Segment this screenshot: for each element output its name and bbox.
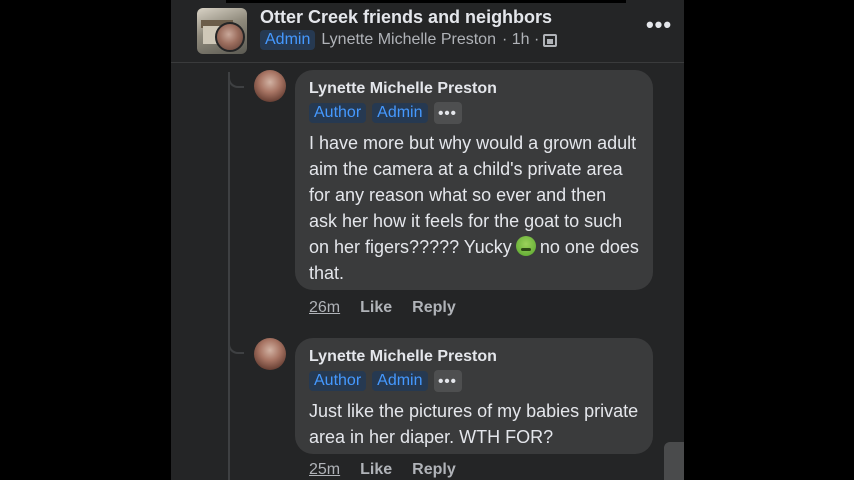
commenter-avatar[interactable] bbox=[254, 338, 286, 370]
comment-badges: Author Admin ••• bbox=[309, 370, 639, 392]
comment-text: Just like the pictures of my babies priv… bbox=[309, 401, 639, 447]
poster-avatar[interactable] bbox=[215, 22, 245, 52]
group-name[interactable]: Otter Creek friends and neighbors bbox=[260, 7, 552, 28]
reply-button[interactable]: Reply bbox=[412, 461, 456, 479]
admin-badge: Admin bbox=[372, 103, 428, 123]
post-meta: Admin Lynette Michelle Preston · 1h · bbox=[260, 30, 558, 50]
admin-badge: Admin bbox=[260, 30, 316, 50]
comment-time[interactable]: 26m bbox=[309, 299, 340, 317]
author-badge: Author bbox=[309, 103, 367, 123]
group-avatar[interactable] bbox=[197, 8, 247, 54]
reply-connector bbox=[228, 338, 244, 354]
more-options-icon[interactable]: ••• bbox=[646, 12, 672, 38]
like-button[interactable]: Like bbox=[360, 299, 392, 317]
commenter-avatar[interactable] bbox=[254, 70, 286, 102]
comment-author[interactable]: Lynette Michelle Preston bbox=[309, 80, 639, 98]
comment-more-icon[interactable]: ••• bbox=[433, 370, 462, 392]
comment-author[interactable]: Lynette Michelle Preston bbox=[309, 348, 639, 366]
admin-badge: Admin bbox=[372, 371, 428, 391]
thread-line bbox=[228, 72, 230, 480]
author-badge: Author bbox=[309, 371, 367, 391]
comment-time[interactable]: 25m bbox=[309, 461, 340, 479]
comment-text: I have more but why would a grown adult … bbox=[309, 130, 639, 286]
reply-button[interactable]: Reply bbox=[412, 299, 456, 317]
facebook-post-view: Otter Creek friends and neighbors Admin … bbox=[171, 0, 684, 480]
comment-bubble: Lynette Michelle Preston Author Admin ••… bbox=[295, 70, 653, 290]
comment-badges: Author Admin ••• bbox=[309, 102, 639, 124]
header-divider bbox=[171, 62, 684, 63]
nauseated-face-icon bbox=[515, 236, 536, 256]
comment-actions: 26m Like Reply bbox=[309, 299, 456, 317]
group-privacy-icon bbox=[543, 33, 558, 47]
comment-more-icon[interactable]: ••• bbox=[433, 102, 462, 124]
scroll-handle[interactable] bbox=[664, 442, 684, 480]
comment-bubble: Lynette Michelle Preston Author Admin ••… bbox=[295, 338, 653, 454]
comment-actions: 25m Like Reply bbox=[309, 461, 456, 479]
post-time[interactable]: · 1h · bbox=[502, 31, 539, 49]
top-edge bbox=[226, 0, 626, 3]
poster-name[interactable]: Lynette Michelle Preston bbox=[321, 31, 496, 49]
like-button[interactable]: Like bbox=[360, 461, 392, 479]
reply-connector bbox=[228, 72, 244, 88]
